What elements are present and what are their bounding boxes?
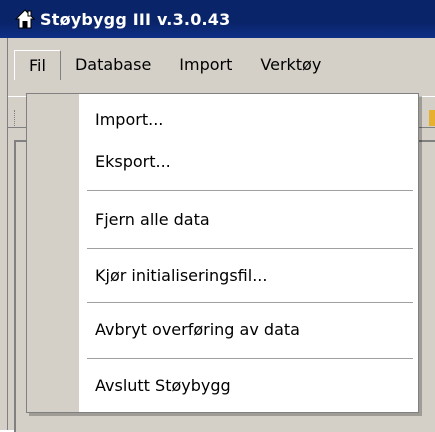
menu-separator <box>87 248 413 250</box>
menu-item-avslutt[interactable]: Avslutt Støybygg <box>95 376 231 395</box>
menu-item-eksport[interactable]: Eksport... <box>95 152 171 171</box>
menu-item-avbryt-overforing[interactable]: Avbryt overføring av data <box>95 320 300 339</box>
menu-separator <box>87 302 413 304</box>
toolbar-button-icon[interactable] <box>429 110 435 126</box>
menu-item-kjor-initialiseringsfil[interactable]: Kjør initialiseringsfil... <box>95 266 267 285</box>
menu-icon-gutter <box>27 94 79 412</box>
menu-import[interactable]: Import <box>165 50 246 80</box>
menu-bar: Fil Database Import Verktøy <box>14 50 435 80</box>
toolbar-grip[interactable] <box>14 110 19 126</box>
window-title: Støybygg III v.3.0.43 <box>40 9 231 29</box>
menu-separator <box>87 190 413 192</box>
menu-item-import[interactable]: Import... <box>95 110 163 129</box>
title-bar[interactable]: Støybygg III v.3.0.43 <box>0 0 435 38</box>
menu-separator <box>87 358 413 360</box>
menu-item-fjern-alle-data[interactable]: Fjern alle data <box>95 210 210 229</box>
menu-fil[interactable]: Fil <box>14 50 61 80</box>
window-left-border <box>0 38 8 430</box>
file-menu-dropdown: Import... Eksport... Fjern alle data Kjø… <box>26 93 419 413</box>
menu-database[interactable]: Database <box>61 50 165 80</box>
house-icon <box>14 9 36 29</box>
menu-verktoy[interactable]: Verktøy <box>246 50 335 80</box>
